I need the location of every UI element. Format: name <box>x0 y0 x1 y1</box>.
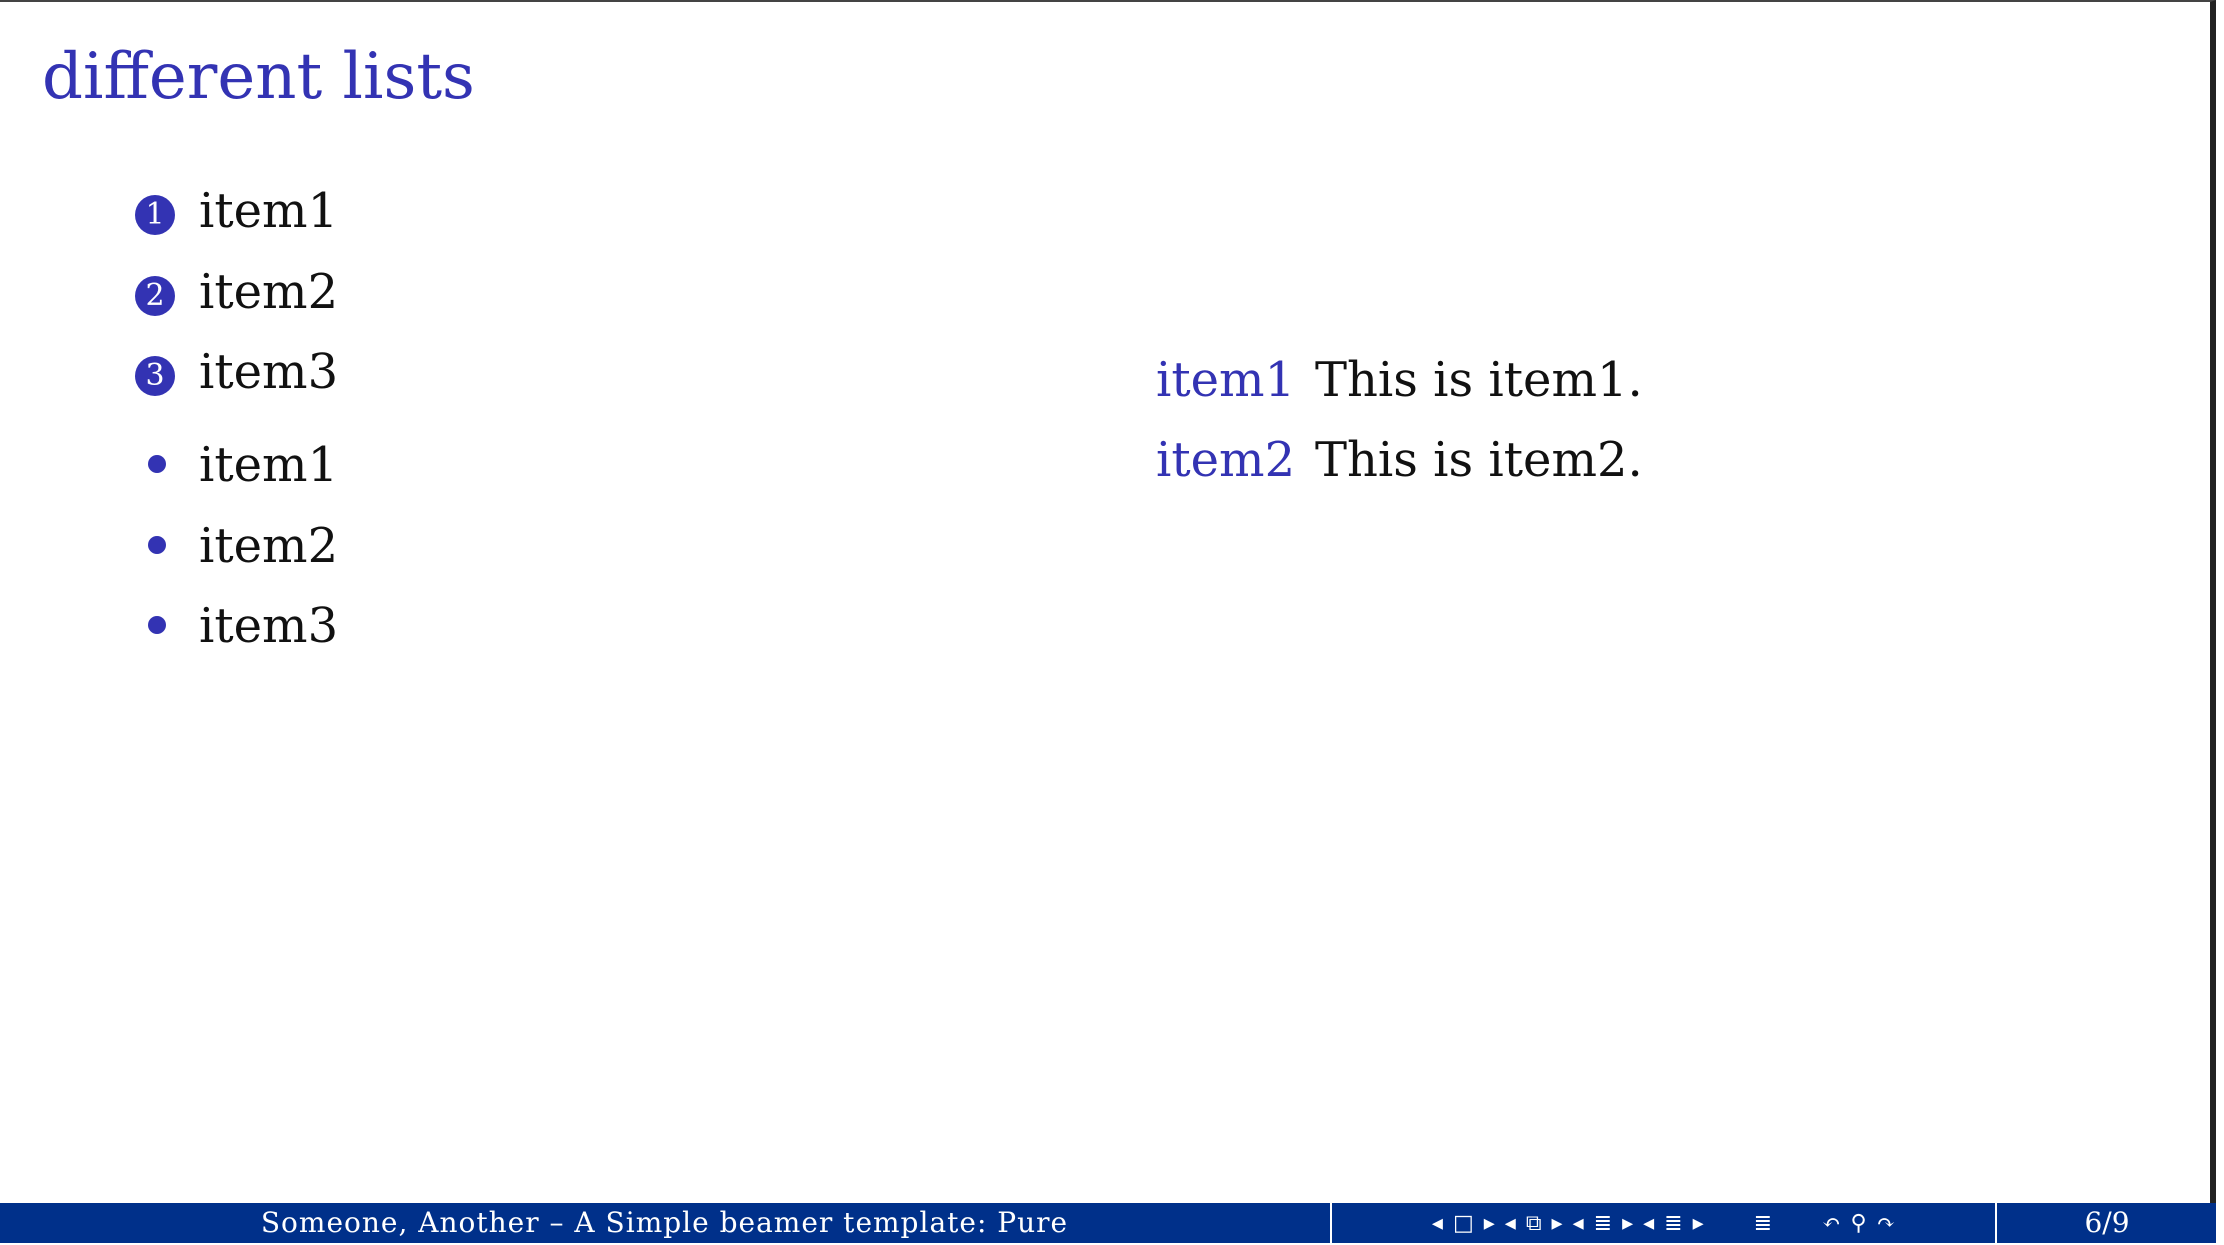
redo-icon[interactable]: ↷ <box>1877 1211 1895 1236</box>
page-number: 6/9 <box>2084 1206 2130 1239</box>
description-text: This is item1. <box>1315 352 1643 408</box>
bullet-icon <box>148 455 166 473</box>
bullet-icon <box>148 616 166 634</box>
enum-item: item3 <box>199 344 339 400</box>
enum-number: 2 <box>135 276 175 316</box>
prev-icon[interactable]: ◂ <box>1432 1211 1443 1236</box>
subsection-icon[interactable]: ⧉ <box>1526 1211 1542 1236</box>
footer-author-title: Someone, Another – A Simple beamer templ… <box>260 1206 1069 1239</box>
bullet-item: item3 <box>199 598 339 654</box>
navigation-symbols: ◂ □ ▸ ◂ ⧉ ▸ ◂ ≣ ▸ ◂ ≣ ▸ ≣ ↶ ⚲ ↷ <box>1330 1203 1997 1243</box>
next-icon[interactable]: ▸ <box>1693 1211 1704 1236</box>
slide-title: different lists <box>42 40 475 114</box>
section-icon[interactable]: ≣ <box>1594 1211 1612 1236</box>
prev-icon[interactable]: ◂ <box>1573 1211 1584 1236</box>
footer-bar: Someone, Another – A Simple beamer templ… <box>0 1203 2216 1243</box>
presentation-icon[interactable]: ≣ <box>1664 1211 1682 1236</box>
description-term: item2 <box>1156 432 1296 488</box>
bullet-icon <box>148 536 166 554</box>
description-term: item1 <box>1156 352 1296 408</box>
description-text: This is item2. <box>1315 432 1643 488</box>
prev-icon[interactable]: ◂ <box>1505 1211 1516 1236</box>
toc-icon[interactable]: ≣ <box>1754 1211 1772 1236</box>
frame-icon[interactable]: □ <box>1453 1211 1474 1236</box>
prev-icon[interactable]: ◂ <box>1643 1211 1654 1236</box>
search-icon[interactable]: ⚲ <box>1851 1211 1867 1236</box>
undo-icon[interactable]: ↶ <box>1822 1211 1840 1236</box>
enum-number: 3 <box>135 356 175 396</box>
next-icon[interactable]: ▸ <box>1552 1211 1563 1236</box>
enum-number: 1 <box>135 195 175 235</box>
enum-item: item2 <box>199 264 339 320</box>
next-icon[interactable]: ▸ <box>1622 1211 1633 1236</box>
bullet-item: item2 <box>199 518 339 574</box>
enum-item: item1 <box>199 183 339 239</box>
next-icon[interactable]: ▸ <box>1484 1211 1495 1236</box>
bullet-item: item1 <box>199 437 339 493</box>
